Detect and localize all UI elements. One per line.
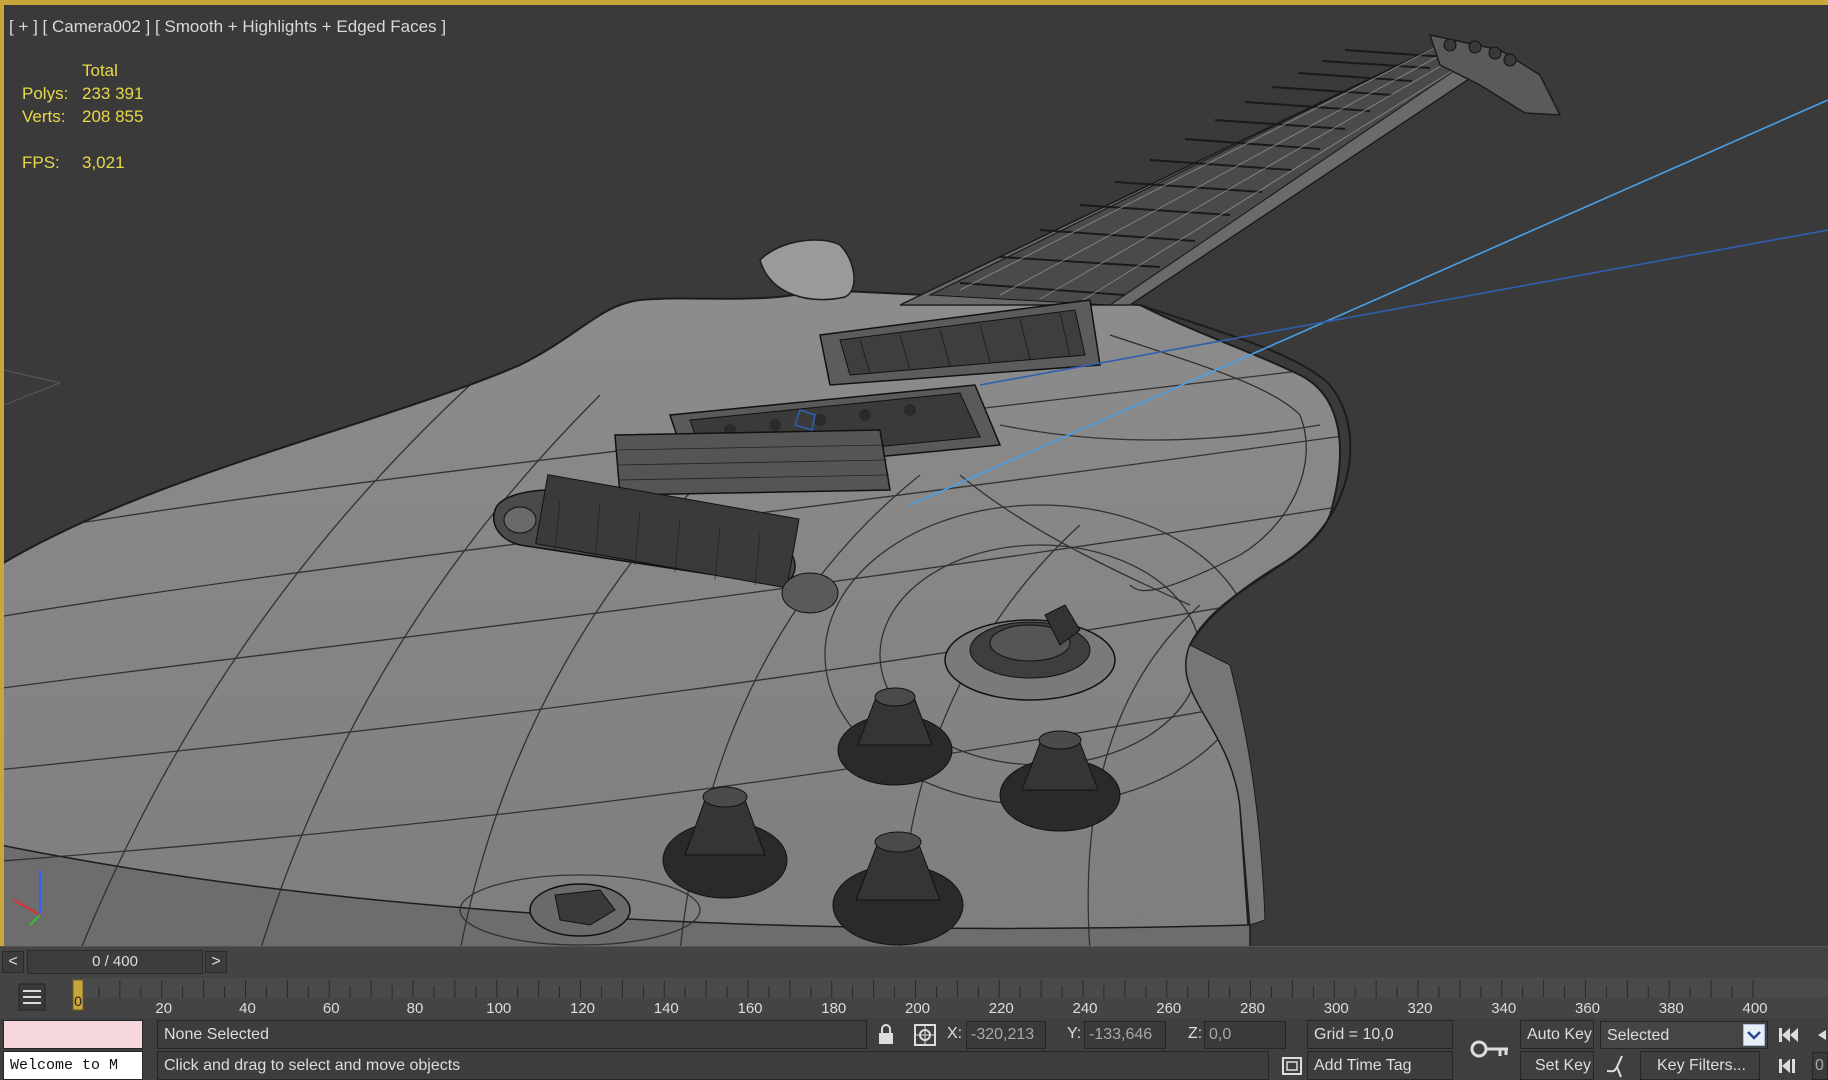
ruler-tick-label: 120 [570,1000,595,1017]
ruler-tick-label: 320 [1407,1000,1432,1017]
ruler-tick-label: 360 [1575,1000,1600,1017]
add-time-tag-button[interactable]: Add Time Tag [1307,1051,1453,1080]
ruler-tick-label: 400 [1742,1000,1767,1017]
ruler-tick-label: 240 [1072,1000,1097,1017]
absolute-mode-icon[interactable] [913,1023,937,1047]
key-mode-value: Selected [1607,1027,1670,1044]
auto-key-button[interactable]: Auto Key [1520,1020,1594,1049]
camera-viewport[interactable]: [ + ] [ Camera002 ] [ Smooth + Highlight… [0,0,1828,946]
ruler-tick-label: 280 [1240,1000,1265,1017]
time-tag-icon[interactable] [1280,1055,1304,1077]
guitar-neck[interactable] [899,33,1562,306]
y-coordinate-field[interactable]: -133,646 [1084,1021,1166,1049]
maxscript-listener-input[interactable]: Welcome to M [3,1051,143,1080]
key-tangent-icon[interactable] [1604,1053,1634,1079]
current-frame-field[interactable]: 0 [1812,1052,1828,1080]
polys-label: Polys: [22,84,69,103]
fps-label: FPS: [22,153,60,172]
previous-key-icon[interactable] [1776,1055,1802,1077]
play-back-icon[interactable] [1810,1024,1828,1046]
ruler-tick-label: 140 [654,1000,679,1017]
y-label: Y: [1067,1025,1082,1042]
stats-header: Total [82,61,118,80]
curve-editor-icon[interactable] [18,982,46,1012]
set-key-button[interactable]: Set Key [1520,1051,1594,1080]
ruler-tick-label: 60 [323,1000,340,1017]
ruler-tick-label: 200 [905,1000,930,1017]
current-frame-marker-label: 0 [74,993,82,1009]
key-filters-button[interactable]: Key Filters... [1640,1051,1760,1080]
verts-label: Verts: [22,107,66,126]
viewport-label[interactable]: [ + ] [ Camera002 ] [ Smooth + Highlight… [9,17,446,37]
guitar-model[interactable] [0,5,1828,946]
time-slider[interactable]: 0 / 400 [27,950,203,974]
time-slider-bar: < 0 / 400 > [0,946,1828,976]
ruler-tick-label: 300 [1324,1000,1349,1017]
time-next-button[interactable]: > [205,951,227,973]
ruler-tick-label: 340 [1491,1000,1516,1017]
polys-value: 233 391 [82,84,144,103]
ruler-tick-label: 380 [1659,1000,1684,1017]
ruler-tick-label: 160 [737,1000,762,1017]
statistics-overlay: Total Polys: 233 391 Verts: 208 855 FPS: 3,… [22,59,143,174]
x-coordinate-field[interactable]: -320,213 [966,1021,1046,1049]
ruler-tick-label: 180 [821,1000,846,1017]
max-window: [ + ] [ Camera002 ] [ Smooth + Highlight… [0,0,1828,1080]
ruler-tick-label: 100 [486,1000,511,1017]
go-to-start-icon[interactable] [1776,1024,1802,1046]
prompt-line: Click and drag to select and move object… [157,1051,1269,1080]
grid-size-display: Grid = 10,0 [1307,1020,1453,1049]
track-bar-ruler[interactable]: 20 40 60 80 100 120 140 160 180 200 220 240 260 280 30… [0,976,1828,1018]
x-label: X: [947,1025,963,1042]
grid-helper [3,369,62,406]
bridge[interactable] [614,429,891,496]
ruler-tick-label: 260 [1156,1000,1181,1017]
output-jack[interactable] [529,883,631,937]
set-keys-key-icon[interactable] [1470,1037,1510,1061]
track-bar[interactable]: 20 40 60 80 100 120 140 160 180 200 220 240 260 280 30… [0,976,1828,1018]
ruler-tick-label: 20 [155,1000,172,1017]
ruler-tick-label: 40 [239,1000,256,1017]
status-bar: Welcome to M None Selected Click and dra… [0,1018,1828,1080]
ruler-tick-label: 80 [407,1000,424,1017]
verts-value: 208 855 [82,107,144,126]
chevron-down-icon[interactable] [1743,1024,1765,1046]
time-prev-button[interactable]: < [2,951,24,973]
selection-lock-icon[interactable] [876,1024,896,1046]
ruler-tick-label: 220 [989,1000,1014,1017]
selection-status: None Selected [157,1020,867,1049]
z-coordinate-field[interactable]: 0,0 [1204,1021,1286,1049]
z-label: Z: [1188,1025,1203,1042]
fps-value: 3,021 [82,153,125,172]
maxscript-listener-pink[interactable] [3,1020,143,1049]
